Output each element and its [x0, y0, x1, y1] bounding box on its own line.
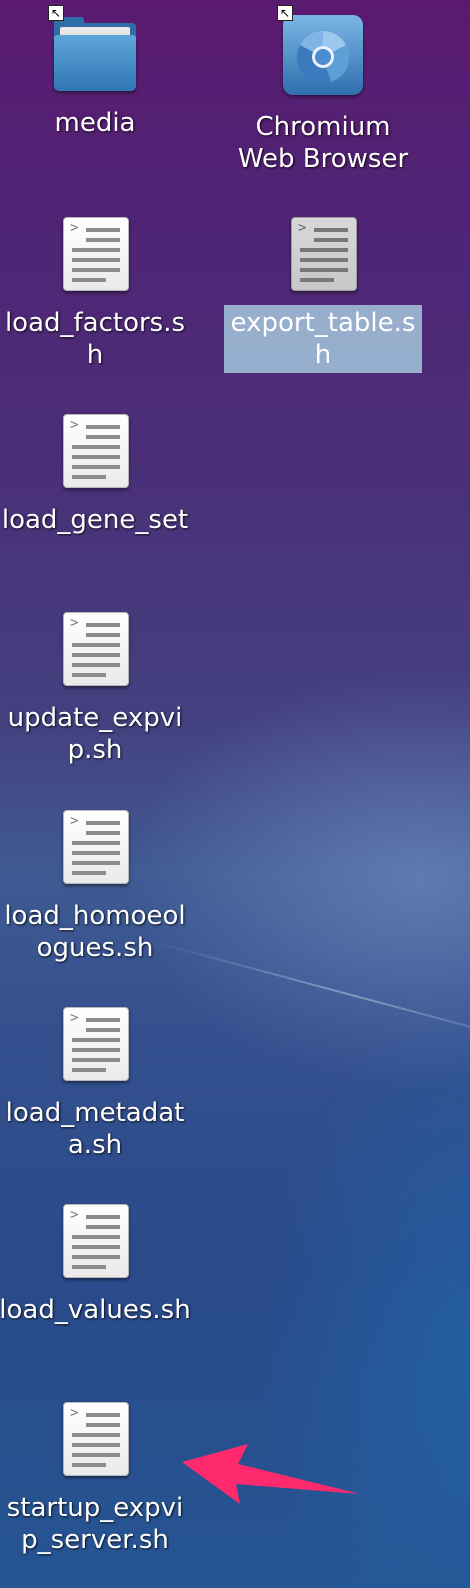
folder-icon: ↖: [48, 5, 136, 91]
desktop-icon-chromium[interactable]: ↖ Chromium Web Browser: [223, 5, 423, 177]
script-file-icon: >: [59, 1400, 131, 1476]
desktop-icon-label: load_metadata.sh: [5, 1098, 185, 1160]
desktop-icon-label: startup_expvip_server.sh: [6, 1493, 184, 1555]
script-file-icon: >: [59, 610, 131, 686]
shortcut-arrow-icon: ↖: [48, 5, 64, 21]
annotation-arrow-shape: [182, 1444, 360, 1504]
desktop-icon-label: load_factors.sh: [4, 308, 186, 370]
desktop-icon-load-homoeologues[interactable]: > load_homoeologues.sh: [0, 808, 195, 966]
script-file-icon: >: [59, 215, 131, 291]
wallpaper-streak: [149, 940, 470, 1051]
desktop-icon-label: update_expvip.sh: [7, 703, 183, 765]
desktop-icon-startup-expvip-server[interactable]: > startup_expvip_server.sh: [0, 1400, 195, 1558]
script-file-icon: >: [59, 1005, 131, 1081]
desktop-icon-media[interactable]: ↖ media: [0, 5, 195, 141]
chromium-icon: ↖: [277, 5, 363, 95]
script-file-icon: >: [287, 215, 359, 291]
script-file-icon: >: [59, 1202, 131, 1278]
desktop-icon-load-factors[interactable]: > load_factors.sh: [0, 215, 195, 373]
desktop-icon-label: Chromium Web Browser: [237, 112, 409, 174]
script-file-icon: >: [59, 808, 131, 884]
desktop-icon-update-expvip[interactable]: > update_expvip.sh: [0, 610, 195, 768]
desktop-icon-load-values[interactable]: > load_values.sh: [0, 1202, 195, 1328]
desktop-icon-label: load_values.sh: [0, 1295, 191, 1325]
desktop-icon-load-gene-set[interactable]: > load_gene_set: [0, 412, 195, 538]
desktop-icon-label: media: [54, 108, 136, 138]
desktop-icon-label: load_homoeologues.sh: [4, 901, 186, 963]
script-file-icon: >: [59, 412, 131, 488]
desktop-icon-export-table[interactable]: > export_table.sh: [223, 215, 423, 373]
desktop-icon-label: load_gene_set: [1, 505, 189, 535]
desktop-icon-load-metadata[interactable]: > load_metadata.sh: [0, 1005, 195, 1163]
shortcut-arrow-icon: ↖: [277, 5, 293, 21]
desktop-icon-label: export_table.sh: [224, 305, 422, 373]
